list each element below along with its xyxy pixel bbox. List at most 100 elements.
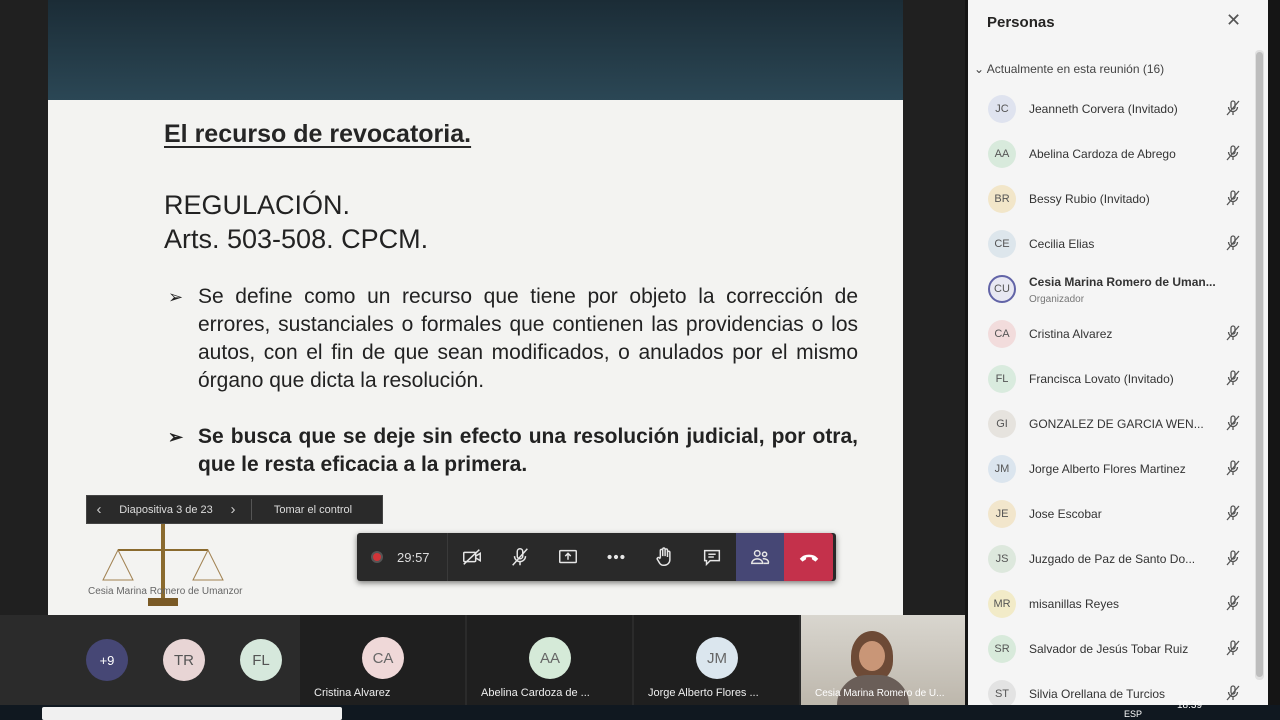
leave-call-button[interactable] bbox=[784, 533, 833, 581]
participant-row[interactable]: CA Cristina Alvarez bbox=[968, 312, 1253, 356]
mic-off-icon bbox=[1224, 459, 1242, 477]
mic-off-icon bbox=[1224, 324, 1242, 342]
in-meeting-section-header[interactable]: ⌄ Actualmente en esta reunión (16) bbox=[974, 62, 1164, 76]
share-screen-button[interactable] bbox=[544, 533, 592, 581]
participant-avatar: JS bbox=[988, 545, 1016, 573]
input-language[interactable]: ESP bbox=[1124, 709, 1142, 719]
mic-off-icon bbox=[1224, 99, 1242, 117]
participant-avatar[interactable]: TR bbox=[163, 639, 205, 681]
bullet-2-text: Se busca que se deje sin efecto una reso… bbox=[198, 425, 858, 476]
participant-tile[interactable]: CA Cristina Alvarez bbox=[300, 615, 465, 705]
participant-row[interactable]: FL Francisca Lovato (Invitado) bbox=[968, 357, 1253, 401]
participant-name: Jeanneth Corvera (Invitado) bbox=[1029, 102, 1178, 116]
mic-off-icon bbox=[1224, 504, 1242, 522]
participant-name: Cristina Alvarez bbox=[314, 687, 391, 699]
participant-tile[interactable]: AA Abelina Cardoza de ... bbox=[467, 615, 632, 705]
participant-row[interactable]: AA Abelina Cardoza de Abrego bbox=[968, 132, 1253, 176]
participant-name: Silvia Orellana de Turcios bbox=[1029, 687, 1166, 701]
participant-avatar: JM bbox=[696, 637, 738, 679]
meeting-timer: 29:57 bbox=[397, 549, 430, 565]
participant-tile[interactable]: JM Jorge Alberto Flores ... bbox=[634, 615, 799, 705]
participant-avatar: AA bbox=[529, 637, 571, 679]
share-icon bbox=[559, 549, 577, 564]
panel-title: Personas bbox=[987, 14, 1055, 31]
close-panel-button[interactable]: ✕ bbox=[1226, 10, 1241, 31]
hang-up-icon bbox=[799, 554, 818, 562]
participant-avatar: JM bbox=[988, 455, 1016, 483]
meeting-controls: 29:57 bbox=[357, 533, 836, 581]
take-control-button[interactable]: Tomar el control bbox=[258, 504, 368, 516]
regulation-line-2: Arts. 503-508. CPCM. bbox=[164, 224, 429, 254]
presenter-video-tile[interactable]: Cesia Marina Romero de U... bbox=[801, 615, 965, 705]
slide-title: El recurso de revocatoria. bbox=[164, 120, 472, 148]
mic-off-icon bbox=[1224, 594, 1242, 612]
camera-off-button[interactable] bbox=[448, 533, 496, 581]
participant-row[interactable]: CU Cesia Marina Romero de Uman... Organiza… bbox=[968, 267, 1253, 311]
slide-regulation: REGULACIÓN. Arts. 503-508. CPCM. bbox=[164, 188, 428, 256]
participant-name: Juzgado de Paz de Santo Do... bbox=[1029, 552, 1196, 566]
divider bbox=[251, 499, 252, 520]
hand-icon bbox=[656, 547, 671, 566]
participant-avatar: JE bbox=[988, 500, 1016, 528]
participant-role: Organizador bbox=[1029, 294, 1085, 305]
participant-avatar[interactable]: FL bbox=[240, 639, 282, 681]
overflow-participants-button[interactable]: +9 bbox=[86, 639, 128, 681]
mute-button[interactable] bbox=[496, 533, 544, 581]
next-slide-button[interactable]: › bbox=[221, 501, 245, 518]
camera-off-icon bbox=[463, 549, 481, 565]
participant-name: Cecilia Elias bbox=[1029, 237, 1095, 251]
participant-name: Jorge Alberto Flores ... bbox=[648, 687, 759, 699]
participant-name: misanillas Reyes bbox=[1029, 597, 1120, 611]
participant-avatar: SR bbox=[988, 635, 1016, 663]
more-actions-button[interactable] bbox=[592, 533, 640, 581]
participant-avatar: CA bbox=[362, 637, 404, 679]
participants-button[interactable] bbox=[736, 533, 784, 581]
chevron-down-icon: ⌄ bbox=[974, 62, 985, 76]
recording-timer: 29:57 bbox=[357, 550, 447, 565]
participant-row[interactable]: BR Bessy Rubio (Invitado) bbox=[968, 177, 1253, 221]
participant-row[interactable]: GI GONZALEZ DE GARCIA WEN... bbox=[968, 402, 1253, 446]
video-face bbox=[859, 641, 885, 671]
video-participant-name: Cesia Marina Romero de U... bbox=[815, 688, 945, 699]
participant-avatar: BR bbox=[988, 185, 1016, 213]
section-label: Actualmente en esta reunión (16) bbox=[986, 62, 1165, 76]
participant-avatar: CU bbox=[988, 275, 1016, 303]
prev-slide-button[interactable]: ‹ bbox=[87, 501, 111, 518]
participant-name: GONZALEZ DE GARCIA WEN... bbox=[1029, 417, 1204, 431]
participant-avatar: AA bbox=[988, 140, 1016, 168]
participant-row[interactable]: SR Salvador de Jesús Tobar Ruiz bbox=[968, 627, 1253, 671]
participant-avatar: ST bbox=[988, 680, 1016, 708]
bullet-1-text: Se define como un recurso que tiene por … bbox=[198, 285, 858, 392]
participant-row[interactable]: CE Cecilia Elias bbox=[968, 222, 1253, 266]
chat-button[interactable] bbox=[688, 533, 736, 581]
slide-bullet-2: ➢ Se busca que se deje sin efecto una re… bbox=[168, 423, 858, 479]
participant-row[interactable]: MR misanillas Reyes bbox=[968, 582, 1253, 626]
taskbar-search-box[interactable] bbox=[42, 707, 342, 720]
bullet-arrow-icon: ➢ bbox=[168, 287, 184, 307]
slide-navigation-bar: ‹ Diapositiva 3 de 23 › Tomar el control bbox=[86, 495, 383, 524]
slide-presenter-watermark: Cesia Marina Romero de Umanzor bbox=[88, 586, 243, 597]
participant-name: Francisca Lovato (Invitado) bbox=[1029, 372, 1174, 386]
raise-hand-button[interactable] bbox=[640, 533, 688, 581]
participant-row[interactable]: JM Jorge Alberto Flores Martinez bbox=[968, 447, 1253, 491]
shared-content-stage: El recurso de revocatoria. REGULACIÓN. A… bbox=[0, 0, 965, 615]
participant-avatar: JC bbox=[988, 95, 1016, 123]
participant-row[interactable]: JE Jose Escobar bbox=[968, 492, 1253, 536]
chat-icon bbox=[703, 549, 721, 567]
slide-bullet-1: ➢ Se define como un recurso que tiene po… bbox=[168, 283, 858, 395]
mic-off-icon bbox=[1224, 369, 1242, 387]
taskbar-clock[interactable]: 18:39 bbox=[1177, 700, 1202, 711]
participant-name: Bessy Rubio (Invitado) bbox=[1029, 192, 1150, 206]
mic-off-icon bbox=[1224, 144, 1242, 162]
participant-name: Abelina Cardoza de Abrego bbox=[1029, 147, 1176, 161]
more-icon bbox=[607, 554, 625, 560]
participant-row[interactable]: JC Jeanneth Corvera (Invitado) bbox=[968, 87, 1253, 131]
bullet-arrow-icon: ➢ bbox=[168, 427, 184, 447]
participant-avatar: CE bbox=[988, 230, 1016, 258]
participant-avatar: GI bbox=[988, 410, 1016, 438]
mic-off-icon bbox=[1224, 549, 1242, 567]
panel-scroll-thumb[interactable] bbox=[1256, 52, 1263, 677]
mic-off-icon bbox=[1224, 639, 1242, 657]
participant-row[interactable]: JS Juzgado de Paz de Santo Do... bbox=[968, 537, 1253, 581]
mic-off-icon bbox=[1224, 684, 1242, 702]
